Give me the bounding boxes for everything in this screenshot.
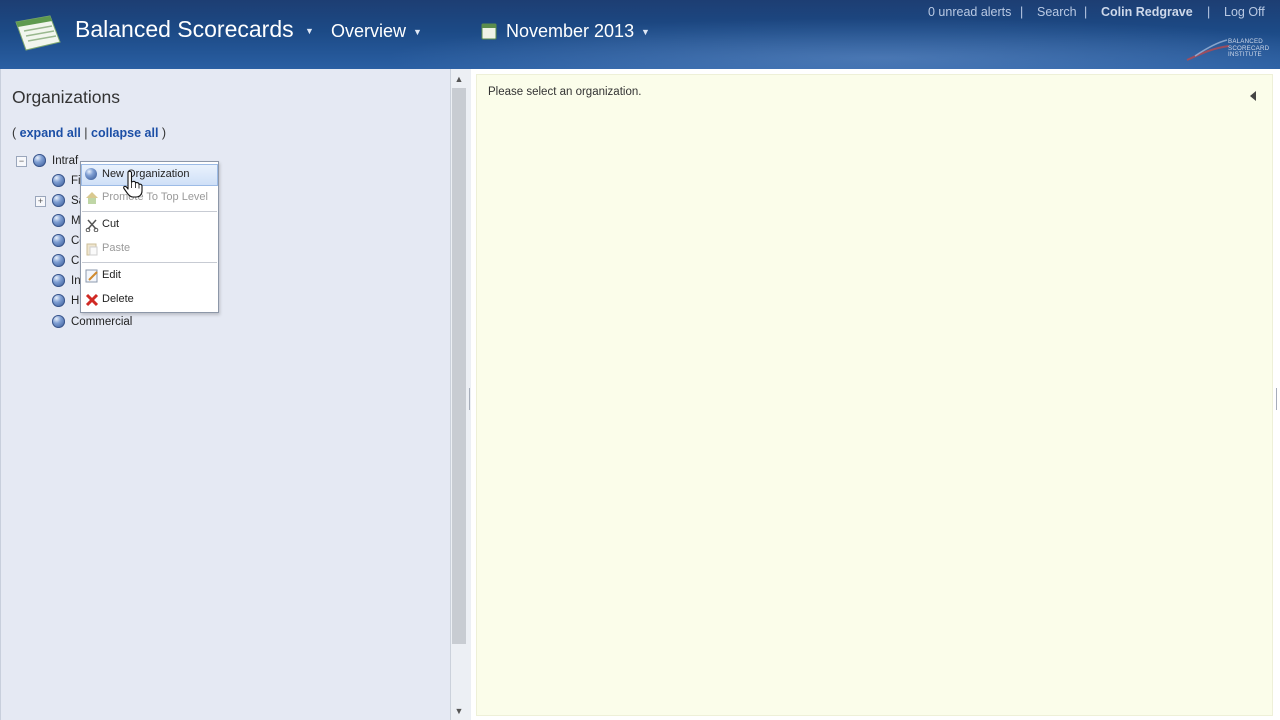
link-separator: | (84, 126, 88, 140)
tree-item-label: Intraf (52, 155, 79, 167)
period-selector[interactable]: November 2013 (506, 21, 634, 42)
menu-separator (82, 262, 217, 263)
organization-orb-icon (33, 154, 46, 167)
paren: ) (161, 126, 167, 140)
collapse-toggle-icon[interactable]: − (16, 156, 27, 167)
splitter-grip[interactable] (469, 388, 470, 410)
bsi-line: INSTITUTE (1228, 51, 1262, 59)
organizations-panel: Organizations ( expand all | collapse al… (0, 69, 451, 720)
search-link[interactable]: Search (1037, 5, 1077, 19)
menu-item-label: Promote To Top Level (102, 191, 208, 203)
link-separator: | (1084, 5, 1088, 19)
organization-orb-icon (52, 234, 65, 247)
panel-title: Organizations (12, 87, 120, 107)
menu-item-new-organization[interactable]: New Organization (81, 164, 218, 186)
delete-x-icon (85, 293, 99, 307)
organization-orb-icon (52, 294, 65, 307)
overview-nav[interactable]: Overview (331, 21, 406, 42)
hand-cursor-icon (123, 170, 143, 198)
scroll-up-arrow-icon[interactable]: ▲ (452, 71, 466, 87)
vertical-scrollbar[interactable] (452, 88, 466, 644)
menu-item-edit[interactable]: Edit (82, 266, 217, 286)
app-title[interactable]: Balanced Scorecards (75, 16, 294, 43)
details-content: Please select an organization. (476, 74, 1273, 716)
user-name-link[interactable]: Colin Redgrave (1101, 5, 1193, 19)
promote-house-icon (86, 192, 98, 204)
select-organization-message: Please select an organization. (488, 86, 642, 98)
bsi-logo-text: BALANCED SCORECARD INSTITUTE (1228, 38, 1269, 59)
app-header: Balanced Scorecards ▼ Overview ▼ Novembe… (0, 0, 1280, 69)
collapse-panel-arrow-icon[interactable] (1250, 91, 1256, 101)
link-separator: | (1207, 5, 1211, 19)
organization-orb-icon (52, 254, 65, 267)
expand-collapse-row: ( expand all | collapse all ) (12, 126, 166, 140)
unread-alerts-link[interactable]: 0 unread alerts (928, 5, 1011, 19)
app-menu-chevron-down-icon[interactable]: ▼ (305, 26, 314, 36)
menu-separator (82, 211, 217, 212)
period-chevron-down-icon[interactable]: ▼ (641, 27, 650, 37)
collapse-all-link[interactable]: collapse all (91, 126, 158, 140)
link-separator: | (1020, 5, 1024, 19)
menu-item-delete[interactable]: Delete (82, 290, 217, 310)
expand-toggle-icon[interactable]: + (35, 196, 46, 207)
organization-orb-icon (52, 315, 65, 328)
scroll-down-arrow-icon[interactable]: ▼ (452, 703, 466, 719)
overview-chevron-down-icon[interactable]: ▼ (413, 27, 422, 37)
menu-item-label: Cut (102, 218, 120, 230)
right-edge-grip[interactable] (1276, 388, 1277, 410)
expand-all-link[interactable]: expand all (20, 126, 81, 140)
scissors-icon (85, 219, 99, 232)
organization-orb-icon (52, 274, 65, 287)
tree-item-label: H (71, 295, 80, 307)
paste-clipboard-icon (86, 243, 98, 256)
organization-orb-icon (52, 214, 65, 227)
menu-item-label: Paste (102, 242, 131, 254)
log-off-link[interactable]: Log Off (1224, 5, 1265, 19)
details-panel: Please select an organization. (471, 69, 1280, 720)
organization-orb-icon (85, 168, 97, 180)
organization-orb-icon (52, 174, 65, 187)
menu-item-paste[interactable]: Paste (82, 239, 217, 259)
menu-item-promote-top-level[interactable]: Promote To Top Level (82, 188, 217, 208)
menu-item-cut[interactable]: Cut (82, 215, 217, 235)
context-menu: New Organization Promote To Top Level Cu… (80, 161, 219, 313)
scorecard-logo-icon (15, 15, 61, 51)
tree-item-commercial[interactable]: Commercial (52, 315, 142, 333)
menu-item-label: Edit (102, 269, 121, 281)
edit-pencil-icon (85, 269, 98, 283)
menu-item-label: Delete (102, 293, 134, 305)
calendar-icon (481, 23, 497, 40)
organization-orb-icon (52, 194, 65, 207)
tree-item-label: Commercial (71, 316, 133, 328)
top-links: 0 unread alerts | Search | Colin Redgrav… (928, 5, 1280, 21)
paren: ( (12, 126, 17, 140)
